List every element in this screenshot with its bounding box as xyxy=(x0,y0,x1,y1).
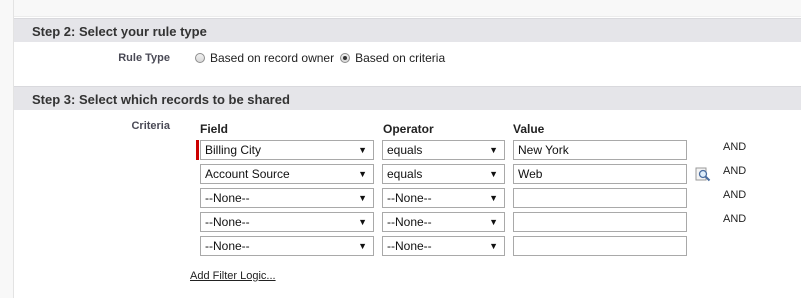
rule-type-label: Rule Type xyxy=(118,52,170,64)
operator-select-value: --None-- xyxy=(387,191,432,205)
add-filter-logic-link[interactable]: Add Filter Logic... xyxy=(190,270,276,282)
radio-button-criteria[interactable] xyxy=(340,53,351,63)
value-input[interactable] xyxy=(513,188,687,208)
and-connector: AND xyxy=(723,213,747,225)
field-select[interactable]: Billing City ▼ xyxy=(200,140,374,160)
operator-select[interactable]: equals ▼ xyxy=(382,140,505,160)
chevron-down-icon: ▼ xyxy=(489,169,498,179)
field-select[interactable]: --None-- ▼ xyxy=(200,212,374,232)
chevron-down-icon: ▼ xyxy=(489,217,498,227)
radio-option-criteria[interactable]: Based on criteria xyxy=(340,51,445,65)
chevron-down-icon: ▼ xyxy=(358,145,367,155)
radio-label-record-owner: Based on record owner xyxy=(210,51,335,65)
chevron-down-icon: ▼ xyxy=(358,169,367,179)
field-select[interactable]: --None-- ▼ xyxy=(200,236,374,256)
step3-header: Step 3: Select which records to be share… xyxy=(14,86,801,110)
chevron-down-icon: ▼ xyxy=(489,145,498,155)
field-select-value: Billing City xyxy=(205,143,262,157)
value-input[interactable] xyxy=(513,236,687,256)
chevron-down-icon: ▼ xyxy=(358,241,367,251)
radio-option-record-owner[interactable]: Based on record owner xyxy=(195,51,334,65)
step3-title: Step 3: Select which records to be share… xyxy=(32,92,290,107)
chevron-down-icon: ▼ xyxy=(358,193,367,203)
required-indicator xyxy=(196,140,199,160)
page: Step 2: Select your rule type Rule Type … xyxy=(13,0,801,298)
step2-header: Step 2: Select your rule type xyxy=(14,18,801,42)
step2-title: Step 2: Select your rule type xyxy=(32,24,207,39)
column-header-field: Field xyxy=(200,122,229,136)
field-select[interactable]: Account Source ▼ xyxy=(200,164,374,184)
chevron-down-icon: ▼ xyxy=(489,241,498,251)
chevron-down-icon: ▼ xyxy=(358,217,367,227)
operator-select-value: --None-- xyxy=(387,215,432,229)
field-select-value: --None-- xyxy=(205,191,250,205)
lookup-magnifier-icon[interactable] xyxy=(695,166,711,182)
value-input[interactable] xyxy=(513,212,687,232)
field-select-value: --None-- xyxy=(205,215,250,229)
operator-select-value: equals xyxy=(387,143,423,157)
radio-button-record-owner[interactable] xyxy=(195,53,205,63)
top-strip xyxy=(14,0,801,17)
field-select-value: Account Source xyxy=(205,167,290,181)
field-select-value: --None-- xyxy=(205,239,250,253)
chevron-down-icon: ▼ xyxy=(489,193,498,203)
value-input[interactable]: New York xyxy=(513,140,687,160)
column-header-operator: Operator xyxy=(383,122,434,136)
operator-select[interactable]: equals ▼ xyxy=(382,164,505,184)
column-header-value: Value xyxy=(513,122,545,136)
value-input[interactable]: Web xyxy=(513,164,687,184)
field-select[interactable]: --None-- ▼ xyxy=(200,188,374,208)
operator-select[interactable]: --None-- ▼ xyxy=(382,188,505,208)
rule-type-radio-group: Based on record owner Based on criteria xyxy=(195,51,451,65)
radio-label-criteria: Based on criteria xyxy=(355,51,446,65)
and-connector: AND xyxy=(723,141,747,153)
and-connector: AND xyxy=(723,165,747,177)
operator-select[interactable]: --None-- ▼ xyxy=(382,212,505,232)
criteria-label: Criteria xyxy=(131,120,170,132)
operator-select[interactable]: --None-- ▼ xyxy=(382,236,505,256)
operator-select-value: --None-- xyxy=(387,239,432,253)
operator-select-value: equals xyxy=(387,167,423,181)
and-connector: AND xyxy=(723,189,747,201)
